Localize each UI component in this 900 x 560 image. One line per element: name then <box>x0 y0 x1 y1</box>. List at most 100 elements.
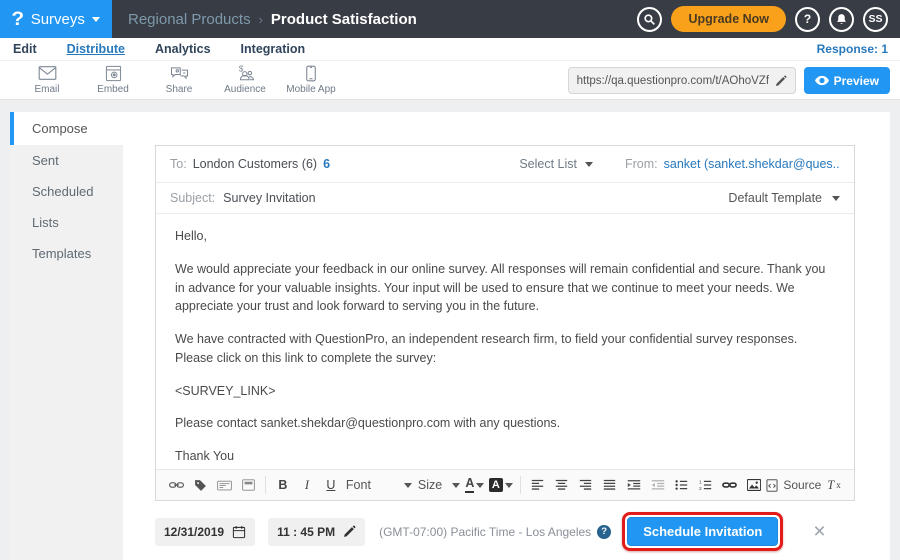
insert-tag-button[interactable] <box>188 473 212 497</box>
body-paragraph: We have contracted with QuestionPro, an … <box>175 330 835 368</box>
eye-icon <box>815 75 829 86</box>
source-icon <box>766 479 778 492</box>
edit-url-pencil-icon[interactable] <box>775 75 787 87</box>
bold-button[interactable]: B <box>271 473 295 497</box>
schedule-date-field[interactable]: 12/31/2019 <box>155 518 255 546</box>
edit-time-pencil-icon[interactable] <box>343 525 356 538</box>
channel-label: Audience <box>212 84 278 95</box>
source-label: Source <box>783 478 821 492</box>
question-icon: ? <box>804 12 811 26</box>
channel-share[interactable]: Share <box>146 65 212 95</box>
breadcrumb-separator: › <box>259 12 263 27</box>
schedule-invitation-button[interactable]: Schedule Invitation <box>627 517 778 546</box>
survey-url-field[interactable]: https://qa.questionpro.com/t/AOhoVZfqml <box>568 67 796 94</box>
channel-embed[interactable]: Embed <box>80 65 146 95</box>
preview-label: Preview <box>834 74 879 88</box>
template-dropdown[interactable]: Default Template <box>728 191 840 205</box>
distribute-panel: Compose Sent Scheduled Lists Templates T… <box>10 112 890 560</box>
font-dropdown[interactable]: Font <box>343 473 415 497</box>
size-label: Size <box>418 478 442 492</box>
text-color-icon: A <box>465 477 474 493</box>
sidebar-item-compose[interactable]: Compose <box>10 112 123 145</box>
to-value[interactable]: London Customers (6) <box>193 157 317 171</box>
merge-field-button[interactable] <box>212 473 236 497</box>
upgrade-now-button[interactable]: Upgrade Now <box>671 6 786 32</box>
chevron-down-icon <box>585 162 593 167</box>
channel-label: Share <box>146 84 212 95</box>
text-color-button[interactable]: A <box>463 473 487 497</box>
breadcrumb-current: Product Satisfaction <box>271 11 417 28</box>
bullet-list-button[interactable] <box>670 473 694 497</box>
questionpro-logo-icon: ? <box>12 10 25 29</box>
email-editor: To: London Customers (6) 6 Select List F… <box>155 145 855 501</box>
schedule-time-value: 11 : 45 PM <box>277 525 335 539</box>
insert-link-button[interactable] <box>164 473 188 497</box>
search-button[interactable] <box>637 7 662 32</box>
tag-icon <box>194 479 207 492</box>
sidebar-item-lists[interactable]: Lists <box>10 207 123 238</box>
sidebar-item-sent[interactable]: Sent <box>10 145 123 176</box>
embed-icon <box>80 65 146 82</box>
help-button[interactable]: ? <box>795 7 820 32</box>
subject-input[interactable]: Survey Invitation <box>223 191 315 205</box>
link-icon <box>169 480 184 490</box>
align-left-icon <box>531 479 544 491</box>
from-group: From: sanket (sanket.shekdar@ques... <box>625 157 840 171</box>
tab-edit[interactable]: Edit <box>13 42 37 56</box>
close-icon[interactable]: × <box>813 521 825 542</box>
underline-button[interactable]: U <box>319 473 343 497</box>
tab-integration[interactable]: Integration <box>241 42 306 56</box>
from-value[interactable]: sanket (sanket.shekdar@ques... <box>664 157 840 171</box>
align-right-button[interactable] <box>574 473 598 497</box>
channel-mobile-app[interactable]: Mobile App <box>278 65 344 95</box>
channel-label: Email <box>14 84 80 95</box>
italic-button[interactable]: I <box>295 473 319 497</box>
indent-increase-icon <box>627 479 641 491</box>
button-icon <box>242 479 255 491</box>
remove-format-icon: T <box>827 478 834 493</box>
chevron-down-icon <box>832 196 840 201</box>
select-list-dropdown[interactable]: Select List <box>519 157 593 171</box>
channel-email[interactable]: Email <box>14 65 80 95</box>
sidebar-item-scheduled[interactable]: Scheduled <box>10 176 123 207</box>
response-count[interactable]: Response: 1 <box>817 42 888 56</box>
timezone-help-icon[interactable]: ? <box>597 525 611 539</box>
tab-distribute[interactable]: Distribute <box>67 42 125 56</box>
email-body-editor[interactable]: Hello, We would appreciate your feedback… <box>156 214 854 493</box>
insert-button-button[interactable] <box>236 473 260 497</box>
schedule-time-field[interactable]: 11 : 45 PM <box>268 518 365 546</box>
share-icon <box>146 65 212 82</box>
email-icon <box>14 65 80 82</box>
channel-audience[interactable]: $ Audience <box>212 65 278 95</box>
merge-field-icon <box>217 480 232 491</box>
schedule-bar: 12/31/2019 11 : 45 PM (GMT-07:00) Pacifi… <box>155 512 826 551</box>
product-switcher[interactable]: ? Surveys <box>0 0 112 38</box>
sidebar-item-templates[interactable]: Templates <box>10 238 123 269</box>
hyperlink-button[interactable] <box>718 473 742 497</box>
justify-button[interactable] <box>598 473 622 497</box>
toolbar-divider <box>520 476 521 494</box>
indent-decrease-icon <box>651 479 665 491</box>
to-count[interactable]: 6 <box>323 157 330 171</box>
survey-nav: Edit Distribute Analytics Integration Re… <box>0 38 900 60</box>
tab-analytics[interactable]: Analytics <box>155 42 211 56</box>
indent-increase-button[interactable] <box>622 473 646 497</box>
audience-icon: $ <box>212 65 278 82</box>
breadcrumb-parent[interactable]: Regional Products <box>128 11 251 28</box>
avatar[interactable]: SS <box>863 7 888 32</box>
subject-row: Subject: Survey Invitation Default Templ… <box>156 183 854 214</box>
justify-icon <box>603 479 616 491</box>
size-dropdown[interactable]: Size <box>415 473 463 497</box>
insert-image-button[interactable] <box>742 473 766 497</box>
notifications-button[interactable] <box>829 7 854 32</box>
source-button[interactable]: Source <box>766 473 822 497</box>
bg-color-button[interactable]: A <box>487 473 515 497</box>
align-center-button[interactable] <box>550 473 574 497</box>
remove-format-button[interactable]: Tx <box>822 473 846 497</box>
channel-label: Embed <box>80 84 146 95</box>
numbered-list-button[interactable]: 12 <box>694 473 718 497</box>
indent-decrease-button[interactable] <box>646 473 670 497</box>
preview-button[interactable]: Preview <box>804 67 890 94</box>
align-left-button[interactable] <box>526 473 550 497</box>
hyperlink-icon <box>722 480 737 490</box>
